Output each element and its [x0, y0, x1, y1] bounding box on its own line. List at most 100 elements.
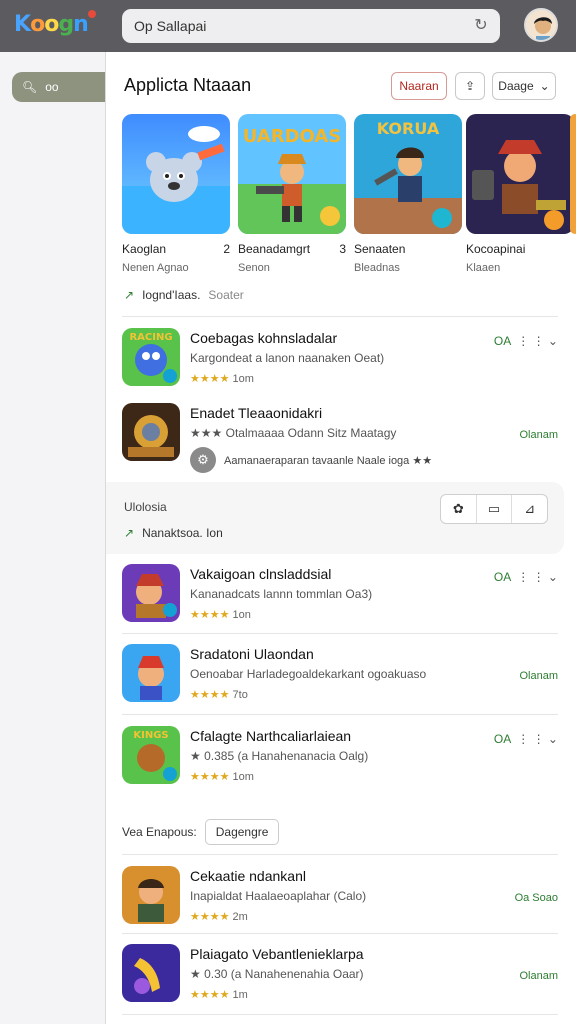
rating-stars: ★★★★	[190, 911, 230, 923]
list-item[interactable]: Sradatoni Ulaondan Oenoabar Harladegoald…	[122, 644, 558, 708]
more-icon[interactable]: ⋮ ⋮ ⌄	[517, 334, 558, 348]
app-actions[interactable]: Olanam	[519, 429, 558, 441]
app-action-label: Olanam	[519, 429, 558, 441]
app-desc: Inapialdat Haalaeoaplahar (Calo)	[190, 889, 367, 903]
app-desc: Oenoabar Harladegoaldekarkant ogoakuaso	[190, 667, 427, 681]
section-sub: ↗ Nanaktsoa. Ion	[124, 526, 223, 540]
section-tagline: ↗ Iognd'Iaas. Soater	[124, 288, 244, 302]
dropdown-label: Daage	[498, 79, 534, 93]
app-icon: RACING	[122, 328, 180, 386]
gear-icon: ⚙	[190, 447, 216, 473]
search-icon: 🔍︎	[22, 80, 38, 94]
group-chip[interactable]: Dagengre	[204, 819, 280, 845]
app-action-label: OA	[493, 334, 512, 348]
card-subtitle: Nenen Agnao	[122, 262, 189, 274]
section-sub-label: Nanaktsoa. Ion	[142, 526, 223, 540]
app-name: Coebagas kohnsladalar	[190, 330, 338, 346]
carousel-card[interactable]: UARDOAS Beanadamgrt 3 Senon	[238, 114, 346, 274]
divider	[122, 633, 558, 634]
card-title: Senaaten	[354, 242, 406, 256]
featured-carousel: Kaoglan 2 Nenen Agnao UARDOAS Beanadamgrt…	[122, 114, 576, 274]
card-icon[interactable]: ▭	[477, 495, 513, 523]
app-icon	[122, 944, 180, 1002]
avatar-icon	[526, 10, 556, 40]
avatar[interactable]	[524, 8, 558, 42]
list-item[interactable]: KINGS Cfalagte Narthcaliarlaiean ★ 0.385…	[122, 726, 558, 790]
app-desc: ★★★ Otalmaaaa Odann Sitz Maatagy	[190, 426, 397, 440]
card-title: Kaoglan	[122, 242, 167, 256]
game-art-peek	[570, 114, 576, 234]
app-action-label: Olanam	[519, 670, 558, 682]
app-actions[interactable]: Olanam	[519, 670, 558, 682]
logo-badge-dot	[88, 10, 96, 18]
list-item[interactable]: Vakaigoan clnsladdsial Kananadcats lannn…	[122, 564, 558, 628]
app-actions[interactable]: OA ⋮ ⋮ ⌄	[494, 570, 558, 584]
dropdown-button[interactable]: Daage ⌄	[492, 72, 556, 100]
list-item[interactable]: Cekaatie ndankanl Inapialdat Haalaeoapla…	[122, 866, 558, 930]
card-badge: 3	[339, 242, 346, 256]
search-bar[interactable]: ↻	[122, 9, 500, 43]
image-icon[interactable]: ⊿	[512, 495, 547, 523]
flower-icon[interactable]: ✿	[441, 495, 477, 523]
more-icon[interactable]: ⋮ ⋮ ⌄	[517, 570, 558, 584]
sidebar: 🔍︎ oo	[0, 52, 106, 1024]
primary-action-button[interactable]: Naaran	[391, 72, 447, 100]
card-subtitle: Klaaen	[466, 262, 501, 274]
card-badge: 2	[223, 242, 230, 256]
app-actions[interactable]: OA ⋮ ⋮ ⌄	[494, 334, 558, 348]
section-tools: ✿ ▭ ⊿	[440, 494, 548, 524]
group-filter: Vea Enapous: Dagengre	[122, 819, 280, 845]
group-label: Vea Enapous:	[122, 825, 197, 839]
app-actions[interactable]: OA ⋮ ⋮ ⌄	[494, 732, 558, 746]
app-actions[interactable]: Oa Soao	[515, 892, 558, 904]
sidebar-search-pill[interactable]: 🔍︎ oo	[12, 72, 105, 102]
card-title: Kocoapinai	[466, 242, 526, 256]
app-desc: ★ 0.385 (a Hanahenanacia Oalg)	[190, 749, 369, 763]
app-desc: Kananadcats lannn tommlan Oa3)	[190, 587, 373, 601]
svg-text:RACING: RACING	[129, 332, 172, 343]
rating-stars: ★★★★	[190, 373, 230, 385]
game-art-koala	[122, 114, 230, 234]
carousel-card[interactable]: Kaoglan 2 Nenen Agnao	[122, 114, 230, 274]
app-icon	[122, 866, 180, 924]
share-button[interactable]: ⇪	[455, 72, 485, 100]
app-logo[interactable]: Koogn	[14, 12, 89, 37]
divider	[122, 316, 558, 317]
app-chipline: ⚙ Aamanaeraparan tavaanle Naale ioga ★★	[190, 447, 432, 473]
list-item[interactable]: Enadet Tleaaonidakri ★★★ Otalmaaaa Odann…	[122, 403, 558, 473]
svg-text:KORUA: KORUA	[377, 119, 440, 138]
app-name: Plaiagato Vebantlenieklarpa	[190, 946, 364, 962]
app-desc: Kargondeat a lanon naanaken Oeat)	[190, 351, 385, 365]
carousel-card[interactable]: Kocoapinai Klaaen	[466, 114, 574, 274]
app-icon	[122, 564, 180, 622]
app-actions[interactable]: Olanam	[519, 970, 558, 982]
share-icon: ⇪	[464, 79, 476, 93]
search-input[interactable]	[134, 18, 454, 34]
more-icon[interactable]: ⋮ ⋮ ⌄	[517, 732, 558, 746]
app-name: Enadet Tleaaonidakri	[190, 405, 323, 421]
list-item[interactable]: RACING Coebagas kohnsladalar Kargondeat …	[122, 328, 558, 392]
app-icon	[122, 403, 180, 461]
list-item[interactable]: Plaiagato Vebantlenieklarpa ★ 0.30 (a Na…	[122, 944, 558, 1008]
trend-icon: ↗	[124, 526, 135, 540]
section-label: Ulolosia	[124, 500, 167, 514]
app-rating: ★★★★ 1m	[190, 988, 248, 1001]
app-rating: ★★★★ 1om	[190, 372, 254, 385]
rating-stars: ★★★★	[190, 771, 230, 783]
carousel-card[interactable]: KORUA Senaaten Bleadnas	[354, 114, 462, 274]
rating-stars: ★★★★	[190, 989, 230, 1001]
chevron-down-icon: ⌄	[539, 79, 550, 93]
svg-text:UARDOAS: UARDOAS	[243, 126, 342, 147]
card-subtitle: Bleadnas	[354, 262, 400, 274]
app-desc: ★ 0.30 (a Nanahenenahia Oaar)	[190, 967, 364, 981]
carousel-peek-card[interactable]	[570, 114, 576, 234]
app-action-label: Oa Soao	[514, 892, 558, 904]
reload-icon[interactable]: ↻	[472, 17, 490, 35]
app-chip-text: Aamanaeraparan tavaanle Naale ioga ★★	[224, 454, 433, 467]
app-rating: ★★★★ 1om	[190, 770, 254, 783]
app-rating: ★★★★ 7to	[190, 688, 248, 701]
divider	[122, 714, 558, 715]
svg-text:KINGS: KINGS	[133, 730, 168, 741]
divider	[122, 1014, 558, 1015]
card-title: Beanadamgrt	[238, 242, 311, 256]
